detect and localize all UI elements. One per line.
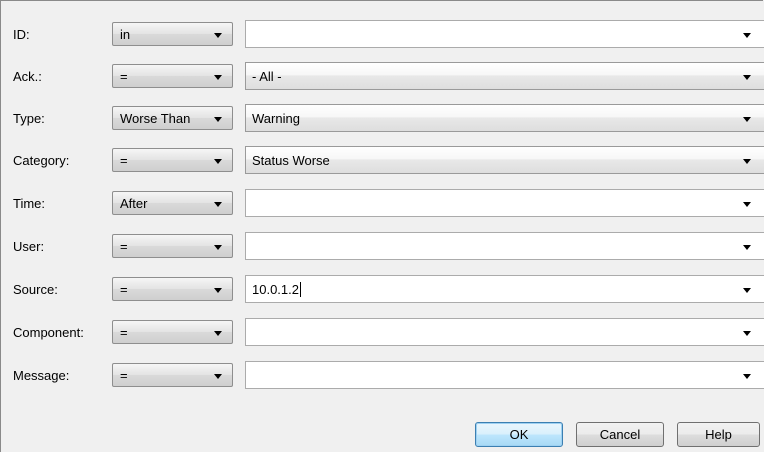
chevron-down-icon: [214, 159, 222, 164]
type-value-select[interactable]: Warning: [245, 104, 764, 132]
component-label: Component:: [13, 325, 84, 340]
type-value-text: Warning: [252, 111, 300, 126]
user-label: User:: [13, 239, 45, 254]
chevron-down-icon[interactable]: [743, 288, 751, 293]
filter-row-message: Message: =: [1, 361, 764, 391]
ack-label: Ack.:: [13, 69, 42, 84]
text-caret: [300, 282, 301, 297]
component-operator-select[interactable]: =: [112, 320, 233, 344]
chevron-down-icon: [214, 288, 222, 293]
chevron-down-icon[interactable]: [743, 331, 751, 336]
id-operator-value: in: [120, 27, 131, 42]
chevron-down-icon[interactable]: [743, 202, 751, 207]
source-operator-value: =: [120, 282, 128, 297]
time-operator-select[interactable]: After: [112, 191, 233, 215]
filter-row-category: Category: = Status Worse: [1, 146, 764, 176]
chevron-down-icon: [214, 202, 222, 207]
category-operator-select[interactable]: =: [112, 148, 233, 172]
chevron-down-icon[interactable]: [743, 374, 751, 379]
id-operator-select[interactable]: in: [112, 22, 233, 46]
category-value-select[interactable]: Status Worse: [245, 146, 764, 174]
message-operator-select[interactable]: =: [112, 363, 233, 387]
source-operator-select[interactable]: =: [112, 277, 233, 301]
message-value-combobox[interactable]: [245, 361, 764, 389]
filter-row-id: ID: in: [1, 20, 764, 50]
type-operator-value: Worse Than: [120, 111, 191, 126]
component-value-combobox[interactable]: [245, 318, 764, 346]
chevron-down-icon: [214, 245, 222, 250]
id-value-combobox[interactable]: [245, 20, 764, 48]
message-operator-value: =: [120, 368, 128, 383]
time-operator-value: After: [120, 196, 148, 211]
filter-row-time: Time: After: [1, 189, 764, 219]
user-operator-value: =: [120, 239, 128, 254]
component-operator-value: =: [120, 325, 128, 340]
chevron-down-icon: [214, 33, 222, 38]
ack-operator-value: =: [120, 69, 128, 84]
message-label: Message:: [13, 368, 70, 383]
ack-value-text: - All -: [252, 69, 282, 84]
chevron-down-icon: [214, 75, 222, 80]
time-label: Time:: [13, 196, 46, 211]
chevron-down-icon[interactable]: [743, 245, 751, 250]
source-value-combobox[interactable]: 10.0.1.2: [245, 275, 764, 303]
time-value-combobox[interactable]: [245, 189, 764, 217]
filter-row-source: Source: = 10.0.1.2: [1, 275, 764, 305]
source-value-text: 10.0.1.2: [252, 282, 299, 297]
chevron-down-icon: [214, 117, 222, 122]
user-operator-select[interactable]: =: [112, 234, 233, 258]
user-value-combobox[interactable]: [245, 232, 764, 260]
filter-row-type: Type: Worse Than Warning: [1, 104, 764, 134]
cancel-button[interactable]: Cancel: [576, 422, 664, 447]
category-label: Category:: [13, 153, 70, 168]
category-value-text: Status Worse: [252, 153, 330, 168]
ack-value-select[interactable]: - All -: [245, 62, 764, 90]
filter-dialog: ID: in Ack.: = - All - Type: Worse Than …: [0, 0, 764, 452]
source-label: Source:: [13, 282, 58, 297]
filter-row-ack: Ack.: = - All -: [1, 62, 764, 92]
chevron-down-icon[interactable]: [743, 33, 751, 38]
chevron-down-icon: [214, 331, 222, 336]
chevron-down-icon: [214, 374, 222, 379]
chevron-down-icon[interactable]: [743, 75, 751, 80]
help-button[interactable]: Help: [677, 422, 760, 447]
chevron-down-icon[interactable]: [743, 117, 751, 122]
filter-row-user: User: =: [1, 232, 764, 262]
chevron-down-icon[interactable]: [743, 159, 751, 164]
category-operator-value: =: [120, 153, 128, 168]
id-label: ID:: [13, 27, 30, 42]
filter-row-component: Component: =: [1, 318, 764, 348]
ok-button[interactable]: OK: [475, 422, 563, 447]
source-value-wrap: 10.0.1.2: [252, 282, 301, 297]
ack-operator-select[interactable]: =: [112, 64, 233, 88]
type-operator-select[interactable]: Worse Than: [112, 106, 233, 130]
type-label: Type:: [13, 111, 45, 126]
